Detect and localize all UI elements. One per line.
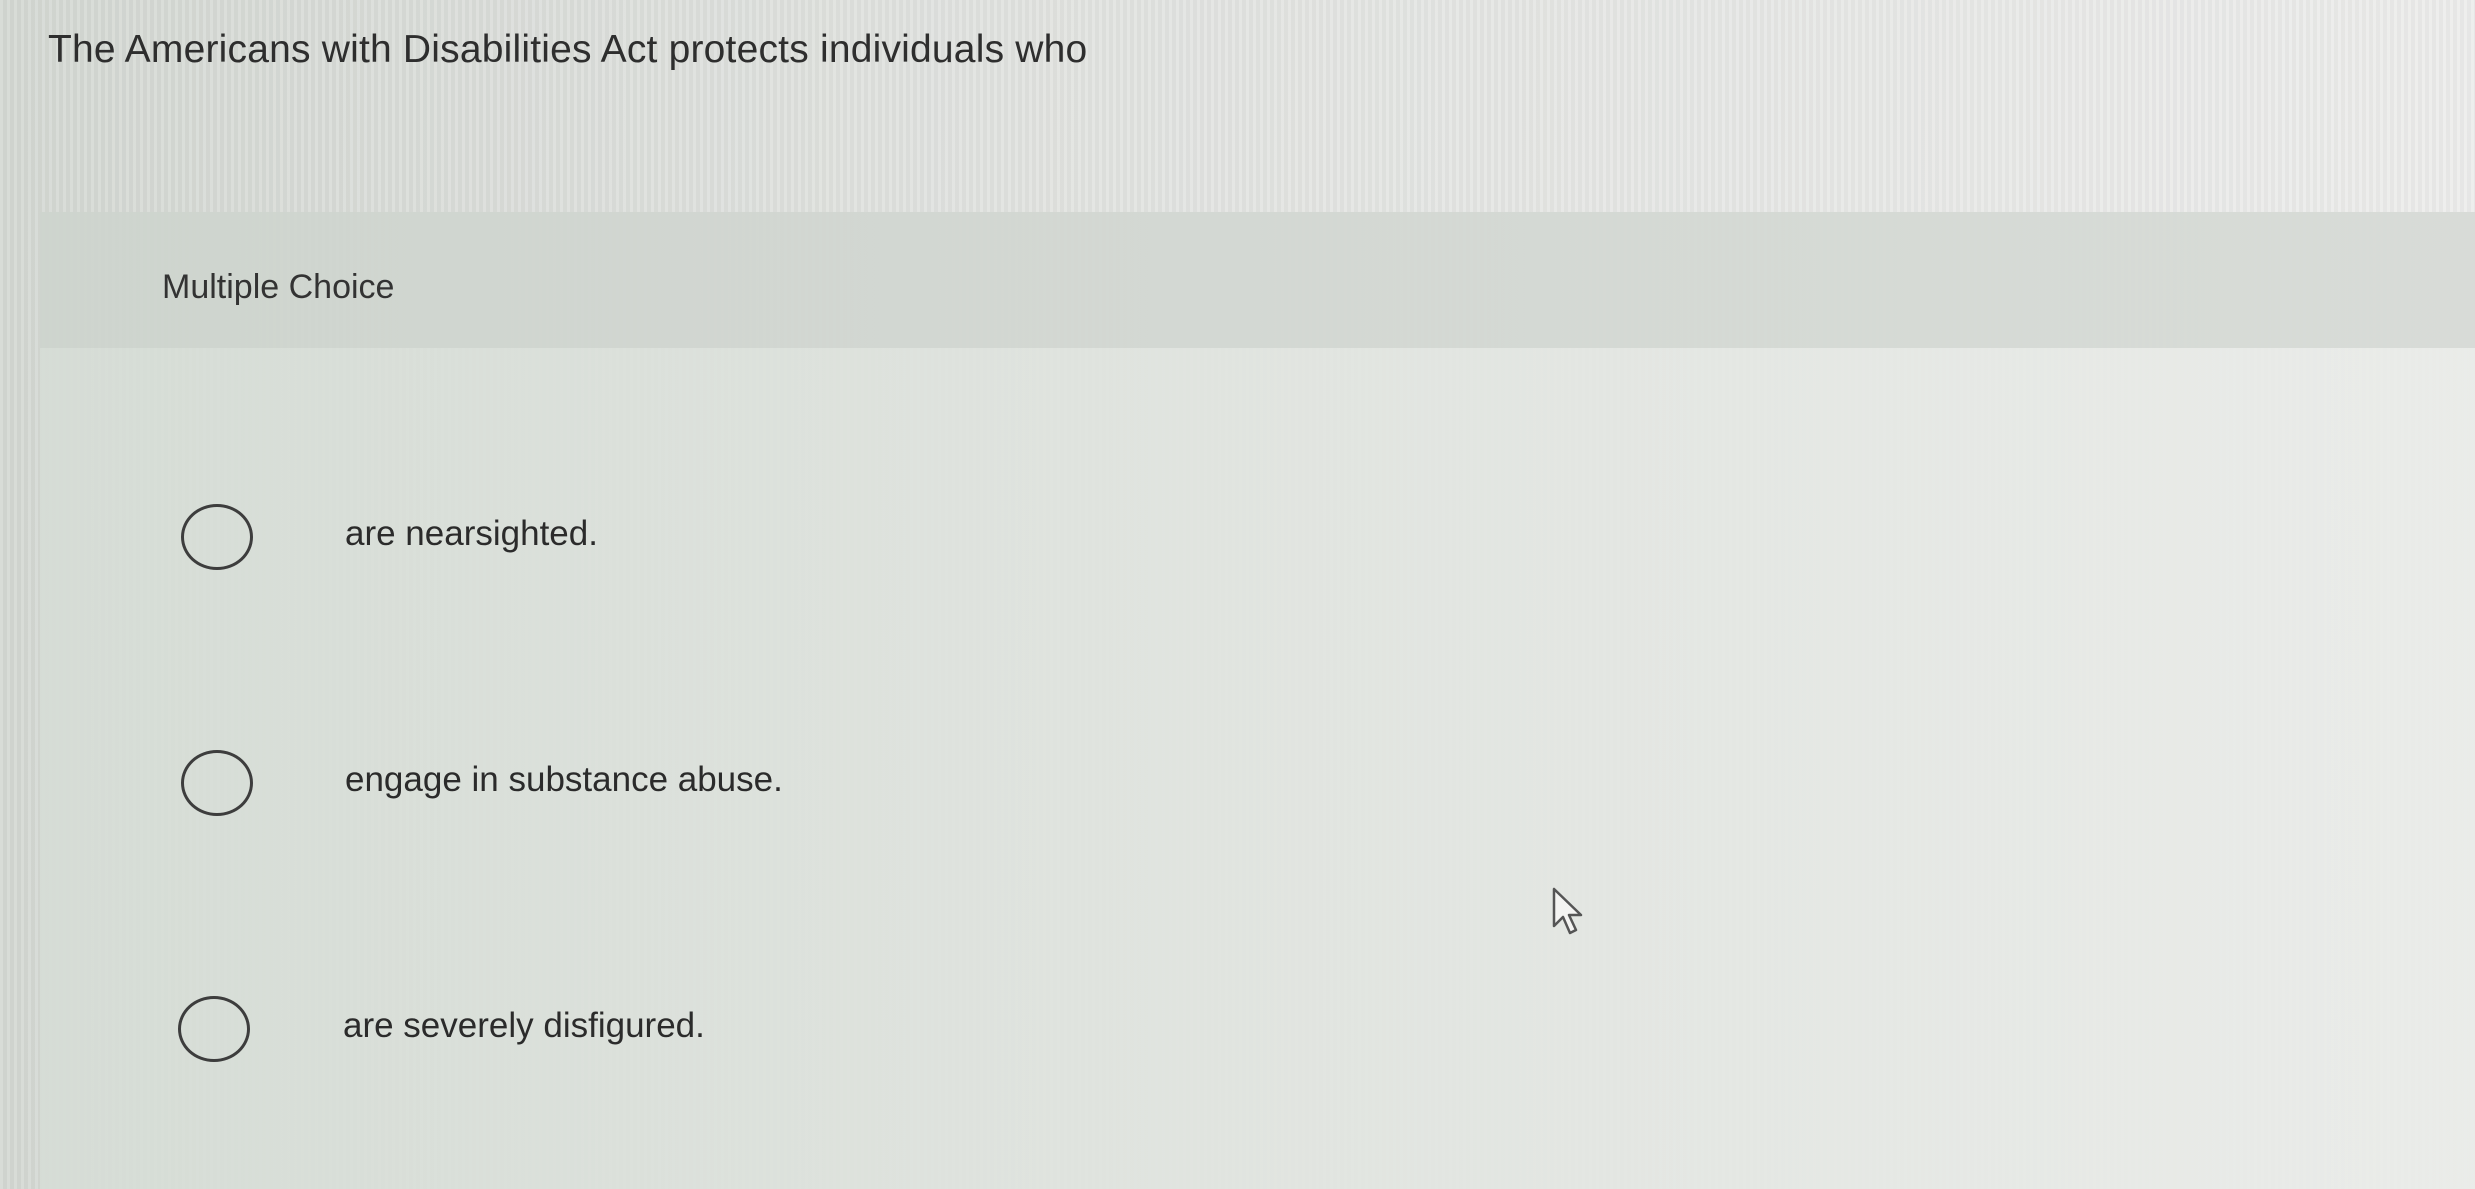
choice-option-1[interactable]: are nearsighted. xyxy=(40,480,2420,600)
radio-button[interactable] xyxy=(181,750,253,816)
choice-option-3[interactable]: are severely disfigured. xyxy=(40,972,2420,1092)
choice-label[interactable]: are severely disfigured. xyxy=(343,1006,705,1046)
choice-option-2[interactable]: engage in substance abuse. xyxy=(40,726,2420,846)
choice-label[interactable]: engage in substance abuse. xyxy=(345,760,783,800)
question-text: The Americans with Disabilities Act prot… xyxy=(48,28,1088,71)
question-type-label: Multiple Choice xyxy=(162,268,395,306)
panel-header: Multiple Choice xyxy=(40,212,2475,348)
radio-button[interactable] xyxy=(178,996,250,1062)
mouse-pointer-icon xyxy=(1552,887,1583,935)
choice-label[interactable]: are nearsighted. xyxy=(345,514,598,554)
radio-button[interactable] xyxy=(181,504,253,570)
answer-panel: Multiple Choice are nearsighted. engage … xyxy=(40,212,2475,1189)
